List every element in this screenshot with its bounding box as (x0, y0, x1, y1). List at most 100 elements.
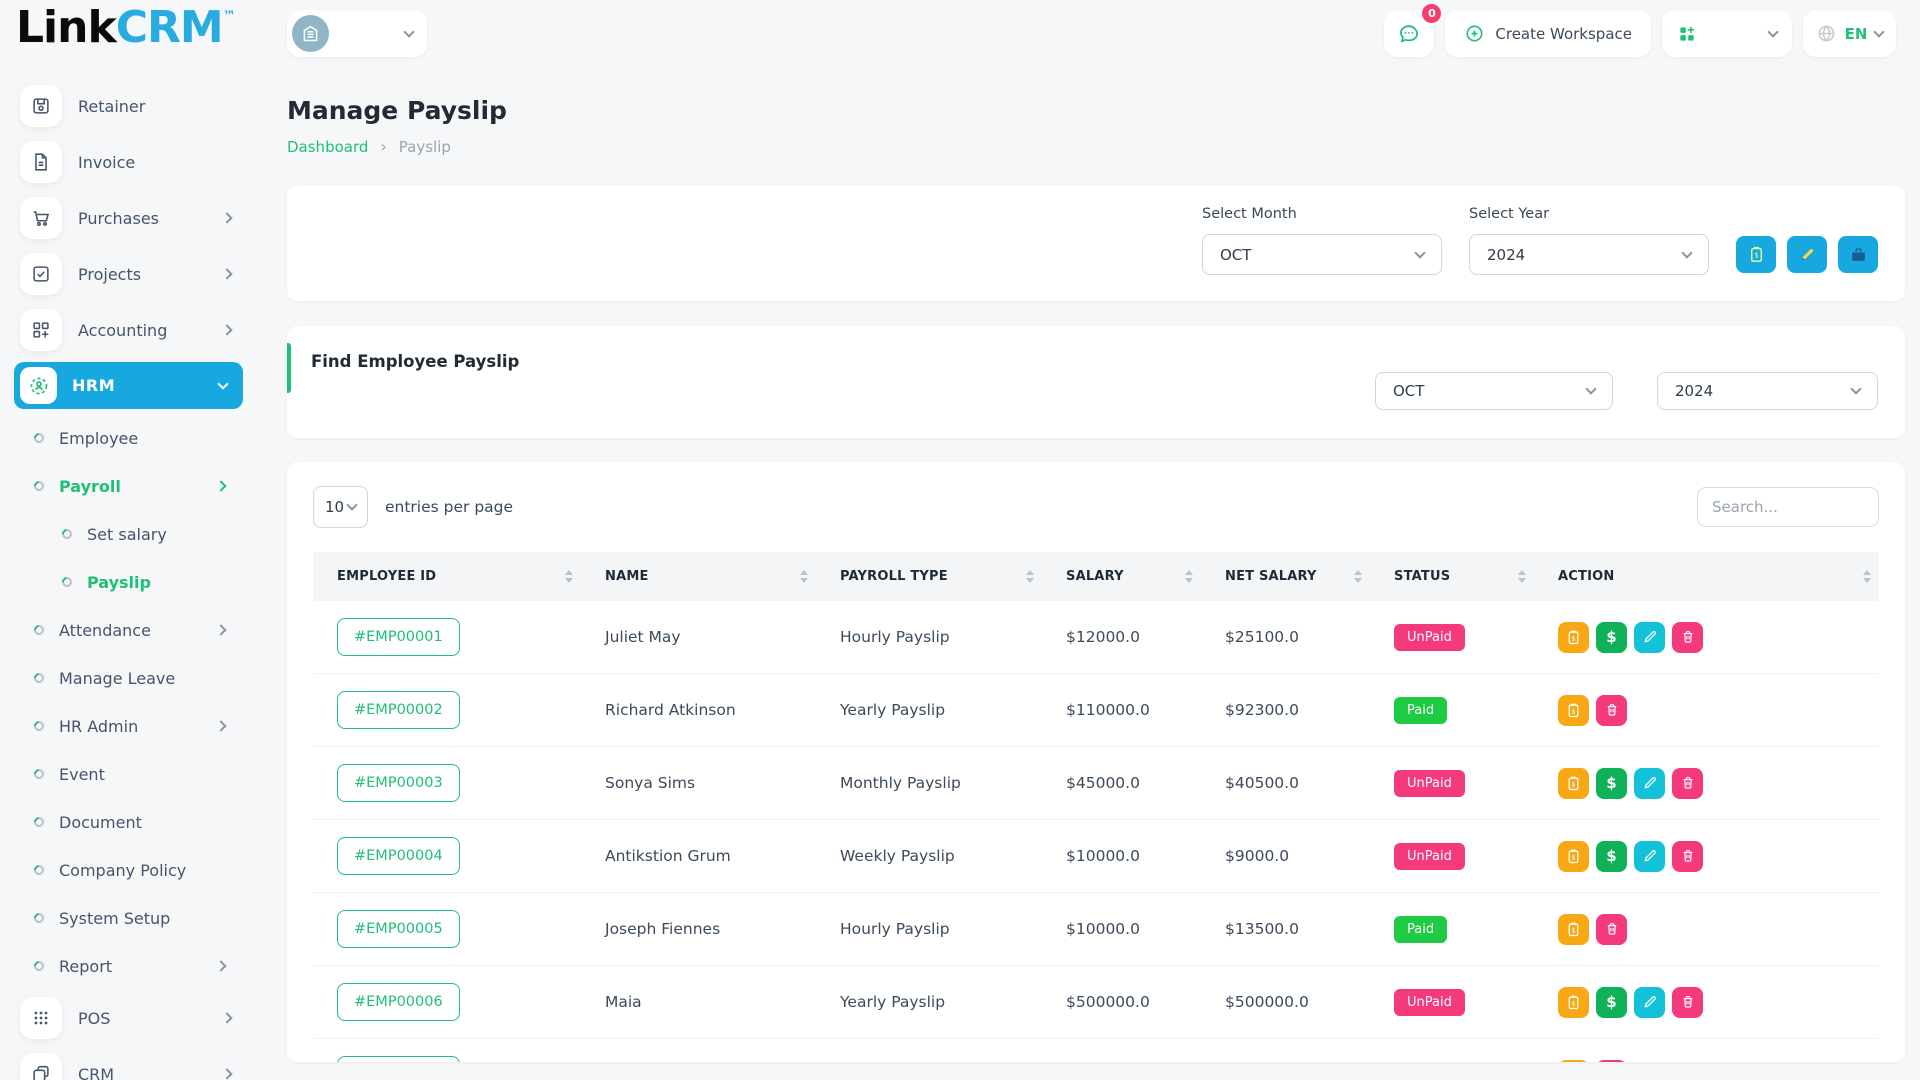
svg-text:$: $ (1571, 707, 1575, 715)
payslip-action-button[interactable]: $ (1558, 622, 1589, 653)
cell-payroll-type: Monthly Payslip (816, 774, 1042, 792)
sidebar-item-payroll[interactable]: Payroll (0, 462, 245, 510)
sort-icon[interactable] (565, 570, 573, 583)
sort-icon[interactable] (1863, 570, 1871, 583)
edit-action-button[interactable] (1634, 768, 1665, 799)
create-workspace-button[interactable]: Create Workspace (1445, 10, 1651, 57)
payslip-table: EMPLOYEE IDNAMEPAYROLL TYPESALARYNET SAL… (313, 552, 1879, 1062)
briefcase-icon (1849, 245, 1868, 264)
delete-action-button[interactable] (1672, 622, 1703, 653)
cell-net-salary: $13500.0 (1201, 920, 1370, 938)
sidebar-item-hrm[interactable]: HRM (14, 362, 243, 409)
sort-icon[interactable] (1354, 570, 1362, 583)
employee-id-pill[interactable]: #EMP00007 (337, 1056, 460, 1062)
chevron-right-icon (221, 324, 232, 335)
sidebar-item-document[interactable]: Document (0, 798, 245, 846)
payslip-action-button[interactable]: $ (1558, 695, 1589, 726)
employee-id-pill[interactable]: #EMP00004 (337, 837, 460, 875)
edit-payslip-button[interactable] (1787, 236, 1827, 273)
cell-actions: $$ (1534, 841, 1879, 872)
cell-actions: $$ (1534, 987, 1879, 1018)
cell-name: Sonya Sims (581, 774, 816, 792)
sidebar-item-invoice[interactable]: Invoice (0, 134, 245, 190)
sidebar-item-purchases[interactable]: Purchases (0, 190, 245, 246)
search-input[interactable] (1697, 487, 1879, 527)
delete-icon (1680, 994, 1696, 1010)
employee-id-pill[interactable]: #EMP00002 (337, 691, 460, 729)
sidebar-item-event[interactable]: Event (0, 750, 245, 798)
employee-id-pill[interactable]: #EMP00003 (337, 764, 460, 802)
payslip-action-button[interactable]: $ (1558, 1060, 1589, 1063)
export-payslip-button[interactable] (1838, 236, 1878, 273)
plus-circle-icon (1464, 23, 1485, 44)
sidebar-item-system-setup[interactable]: System Setup (0, 894, 245, 942)
main-content: Manage Payslip Dashboard › Payslip Selec… (245, 72, 1920, 1080)
sort-icon[interactable] (1185, 570, 1193, 583)
sidebar-item-attendance[interactable]: Attendance (0, 606, 245, 654)
pay-action-button[interactable]: $ (1596, 987, 1627, 1018)
language-dropdown[interactable]: EN (1803, 10, 1896, 57)
bulk-payslip-button[interactable]: $ (1736, 236, 1776, 273)
sidebar-item-company-policy[interactable]: Company Policy (0, 846, 245, 894)
pay-action-button[interactable]: $ (1596, 768, 1627, 799)
payslip-action-button[interactable]: $ (1558, 768, 1589, 799)
employee-id-pill[interactable]: #EMP00005 (337, 910, 460, 948)
pay-action-button[interactable]: $ (1596, 841, 1627, 872)
delete-action-button[interactable] (1596, 695, 1627, 726)
edit-action-button[interactable] (1634, 622, 1665, 653)
delete-action-button[interactable] (1672, 841, 1703, 872)
status-badge: Paid (1394, 1062, 1447, 1063)
delete-action-button[interactable] (1672, 768, 1703, 799)
sidebar-item-retainer[interactable]: Retainer (0, 78, 245, 134)
sort-icon[interactable] (1518, 570, 1526, 583)
month-select[interactable]: OCT (1202, 234, 1442, 275)
edit-action-button[interactable] (1634, 841, 1665, 872)
payslip-action-button[interactable]: $ (1558, 987, 1589, 1018)
payslip-action-button[interactable]: $ (1558, 841, 1589, 872)
entries-select[interactable]: 10 (313, 486, 368, 528)
find-year-select[interactable]: 2024 (1657, 372, 1878, 410)
sidebar-item-employee[interactable]: Employee (0, 414, 245, 462)
breadcrumb-separator-icon: › (380, 137, 386, 156)
cell-actions: $ (1534, 695, 1879, 726)
breadcrumb-dashboard-link[interactable]: Dashboard (287, 138, 368, 156)
sidebar-item-payslip[interactable]: Payslip (0, 558, 245, 606)
find-month-select[interactable]: OCT (1375, 372, 1613, 410)
sidebar-item-hr-admin[interactable]: HR Admin (0, 702, 245, 750)
apps-dropdown[interactable] (1662, 10, 1792, 57)
column-header-employee-id: EMPLOYEE ID (313, 569, 581, 584)
sidebar-item-accounting[interactable]: Accounting (0, 302, 245, 358)
cell-employee-id: #EMP00002 (313, 691, 581, 729)
payslip-action-button[interactable]: $ (1558, 914, 1589, 945)
sidebar-item-label: Invoice (78, 153, 135, 172)
employee-id-pill[interactable]: #EMP00006 (337, 983, 460, 1021)
delete-action-button[interactable] (1672, 987, 1703, 1018)
sort-icon[interactable] (1026, 570, 1034, 583)
cell-salary: $500000.0 (1042, 993, 1201, 1011)
workspace-selector[interactable] (287, 10, 427, 57)
sidebar-item-set-salary[interactable]: Set salary (0, 510, 245, 558)
delete-action-button[interactable] (1596, 914, 1627, 945)
sidebar-item-report[interactable]: Report (0, 942, 245, 990)
pay-action-button[interactable]: $ (1596, 622, 1627, 653)
sidebar-item-projects[interactable]: Projects (0, 246, 245, 302)
app-logo[interactable]: LinkCRM™ (16, 2, 235, 53)
sidebar-item-crm[interactable]: CRM (0, 1046, 245, 1080)
delete-action-button[interactable] (1596, 1060, 1627, 1063)
edit-action-button[interactable] (1634, 987, 1665, 1018)
sidebar-item-pos[interactable]: POS (0, 990, 245, 1046)
svg-text:$: $ (1571, 634, 1575, 642)
sidebar-item-manage-leave[interactable]: Manage Leave (0, 654, 245, 702)
year-select[interactable]: 2024 (1469, 234, 1709, 275)
sort-icon[interactable] (800, 570, 808, 583)
cell-name: Joseph Fiennes (581, 920, 816, 938)
cell-payroll-type: Hourly Payslip (816, 628, 1042, 646)
employee-id-pill[interactable]: #EMP00001 (337, 618, 460, 656)
column-header-payroll-type: PAYROLL TYPE (816, 569, 1042, 584)
sidebar-item-label: HR Admin (59, 717, 138, 736)
payslip-icon: $ (1565, 994, 1582, 1011)
edit-icon (1642, 848, 1658, 864)
chat-button[interactable]: 0 (1384, 10, 1434, 57)
table-row: #EMP00004Antikstion GrumWeekly Payslip$1… (313, 820, 1879, 893)
cell-name: Maia (581, 993, 816, 1011)
